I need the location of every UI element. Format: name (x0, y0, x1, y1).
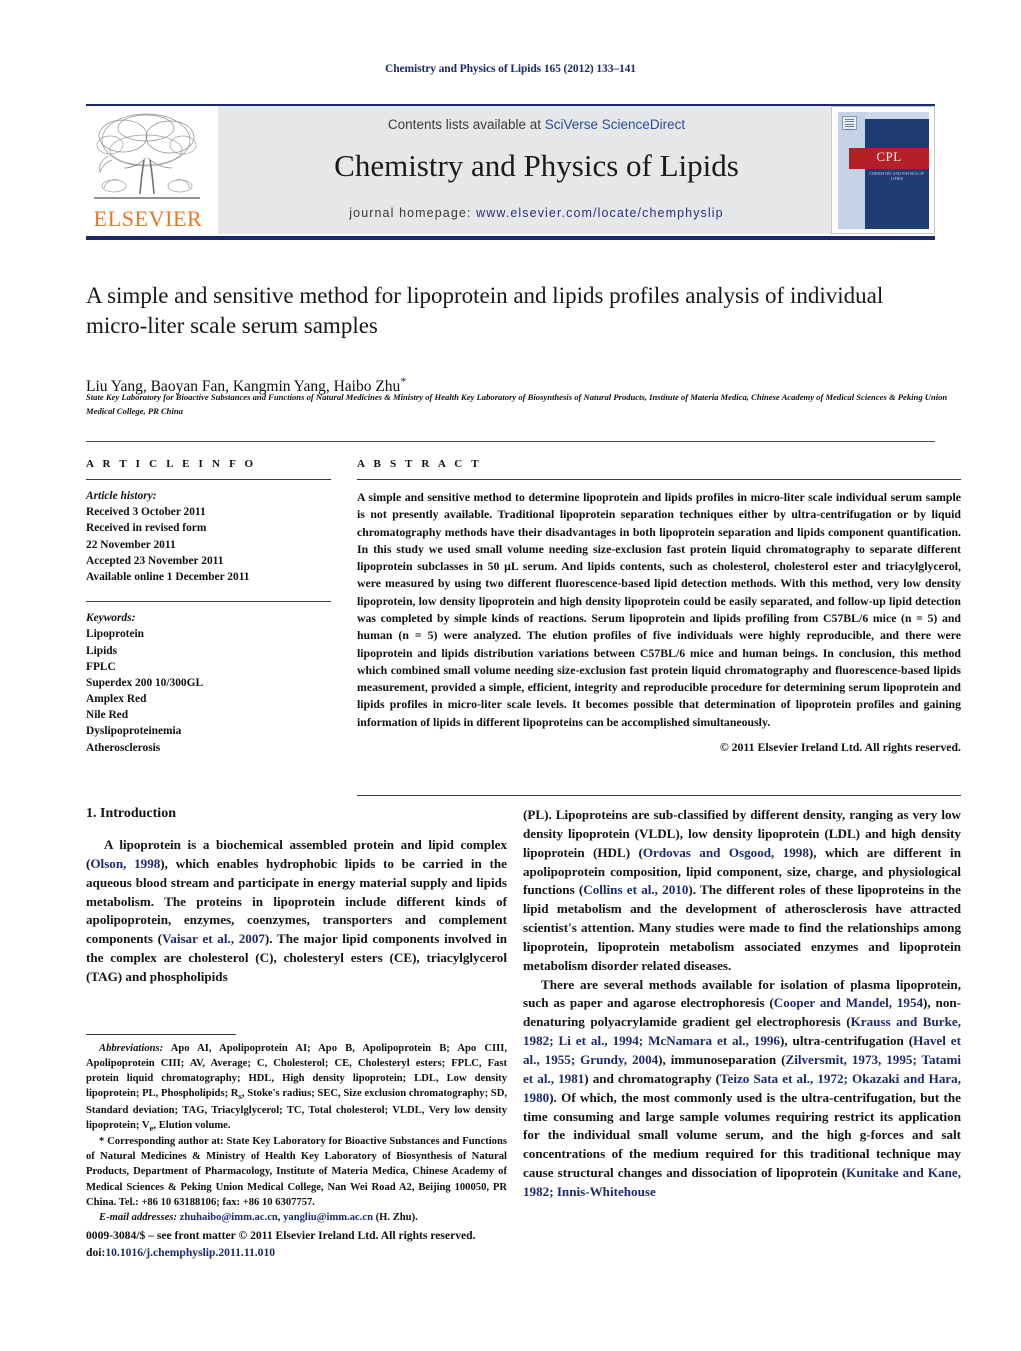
elsevier-wordmark: ELSEVIER (93, 206, 203, 231)
keyword-item: Lipids (86, 644, 118, 657)
doi-link[interactable]: 10.1016/j.chemphyslip.2011.11.010 (105, 1246, 275, 1259)
abstract-column: A B S T R A C T A simple and sensitive m… (357, 458, 961, 755)
keywords-rule (86, 601, 331, 603)
text-run: ), immunoseparation ( (658, 1051, 786, 1067)
homepage-url-link[interactable]: www.elsevier.com/locate/chemphyslip (476, 206, 724, 220)
contents-prefix: Contents lists available at (387, 117, 545, 132)
history-item: Accepted 23 November 2011 (86, 554, 224, 567)
sciencedirect-link[interactable]: SciVerse ScienceDirect (545, 117, 685, 132)
citation-link[interactable]: Ordovas and Osgood, 1998 (643, 845, 809, 860)
paragraph: A lipoprotein is a biochemical assembled… (86, 836, 507, 987)
journal-homepage-line: journal homepage: www.elsevier.com/locat… (218, 206, 855, 220)
abbreviations-label: Abbreviations: (99, 1043, 164, 1054)
cover-main-panel (865, 112, 929, 229)
page-title: A simple and sensitive method for lipopr… (86, 283, 884, 339)
email-link[interactable]: yangliu@imm.ac.cn (283, 1212, 373, 1223)
cover-corner-icon (842, 116, 857, 130)
citation-link[interactable]: Cooper and Mandel, 1954 (774, 995, 923, 1010)
cover-top-strip (865, 112, 929, 119)
affiliation: State Key Laboratory for Bioactive Subst… (86, 392, 948, 416)
email-link[interactable]: zhuhaibo@imm.ac.cn (180, 1212, 278, 1223)
citation-link[interactable]: Collins et al., 2010 (583, 882, 688, 897)
info-section-top-rule (86, 441, 935, 442)
abstract-label: A B S T R A C T (357, 458, 482, 470)
journal-header: ELSEVIER Contents lists available at Sci… (86, 106, 935, 234)
article-info-column: A R T I C L E I N F O Article history: R… (86, 458, 331, 756)
doi-line: doi:10.1016/j.chemphyslip.2011.11.010 (86, 1245, 586, 1262)
text-run: (H. Zhu). (375, 1211, 418, 1223)
keywords-label: Keywords: (86, 612, 136, 625)
corresponding-author-marker: * (400, 374, 407, 388)
doi-prefix: doi: (86, 1245, 106, 1259)
cover-artwork: CPL CHEMISTRY AND PHYSICS OF LIPIDS (838, 112, 929, 229)
body-column-right: (PL). Lipoproteins are sub-classified by… (523, 806, 961, 1202)
text-run: ), ultra-centrifugation ( (779, 1033, 914, 1049)
front-matter-line: 0009-3084/$ – see front matter © 2011 El… (86, 1229, 476, 1242)
running-head: Chemistry and Physics of Lipids 165 (201… (385, 63, 636, 75)
citation-link[interactable]: Olson, 1998 (90, 856, 160, 871)
keyword-item: Amplex Red (86, 693, 147, 706)
keyword-item: Lipoprotein (86, 628, 145, 641)
citation-link[interactable]: Vaisar et al., 2007 (162, 931, 265, 946)
cover-subtitle: CHEMISTRY AND PHYSICS OF LIPIDS (869, 172, 925, 182)
journal-cover-thumbnail[interactable]: CPL CHEMISTRY AND PHYSICS OF LIPIDS (831, 106, 935, 234)
header-bottom-rule (86, 236, 935, 240)
footnote-separator (86, 1034, 236, 1035)
keyword-item: Dyslipoproteinemia (86, 725, 182, 738)
article-history-label: Article history: (86, 490, 157, 502)
cover-badge-label: CPL (876, 149, 902, 164)
paragraph: There are several methods available for … (523, 976, 961, 1202)
journal-title-band: Contents lists available at SciVerse Sci… (218, 106, 855, 234)
footnotes-block: Abbreviations: Apo AI, Apolipoprotein AI… (86, 1041, 507, 1225)
text-run: , Elution volume. (153, 1119, 231, 1131)
imprint-block: 0009-3084/$ – see front matter © 2011 El… (86, 1228, 586, 1262)
keyword-item: Nile Red (86, 709, 129, 722)
abbreviations-note: Abbreviations: Apo AI, Apolipoprotein AI… (86, 1041, 507, 1134)
homepage-prefix: journal homepage: (349, 206, 477, 220)
body-column-left: 1. Introduction A lipoprotein is a bioch… (86, 806, 507, 987)
keyword-item: FPLC (86, 660, 116, 673)
abstract-rule (357, 479, 961, 480)
abstract-text: A simple and sensitive method to determi… (357, 490, 961, 729)
article-info-rule (86, 479, 331, 480)
corresponding-author-note: * Corresponding author at: State Key Lab… (86, 1136, 507, 1208)
contents-lists-line: Contents lists available at SciVerse Sci… (218, 117, 855, 132)
keyword-item: Atherosclerosis (86, 741, 161, 754)
article-history-block: Article history: Received 3 October 2011… (86, 488, 331, 585)
article-info-label: A R T I C L E I N F O (86, 458, 257, 470)
journal-article-page: Chemistry and Physics of Lipids 165 (201… (0, 0, 1021, 1351)
section-heading-introduction: 1. Introduction (86, 806, 176, 821)
elsevier-logo[interactable]: ELSEVIER (86, 106, 210, 234)
history-item: Received 3 October 2011 (86, 506, 206, 519)
email-note: E-mail addresses: zhuhaibo@imm.ac.cn, ya… (99, 1211, 418, 1223)
text-run: ) and chromatography ( (584, 1070, 721, 1086)
email-label: E-mail addresses: (99, 1211, 177, 1223)
abstract-bottom-rule (357, 795, 961, 796)
history-item: Received in revised form (86, 522, 207, 535)
elsevier-tree-icon (94, 113, 200, 199)
keywords-block: Keywords: Lipoprotein Lipids FPLC Superd… (86, 610, 331, 756)
paragraph: (PL). Lipoproteins are sub-classified by… (523, 806, 961, 976)
keyword-item: Superdex 200 10/300GL (86, 676, 204, 689)
history-item: 22 November 2011 (86, 538, 176, 551)
history-item: Available online 1 December 2011 (86, 570, 250, 583)
journal-name: Chemistry and Physics of Lipids (334, 148, 739, 183)
copyright-line: © 2011 Elsevier Ireland Ltd. All rights … (719, 739, 961, 754)
